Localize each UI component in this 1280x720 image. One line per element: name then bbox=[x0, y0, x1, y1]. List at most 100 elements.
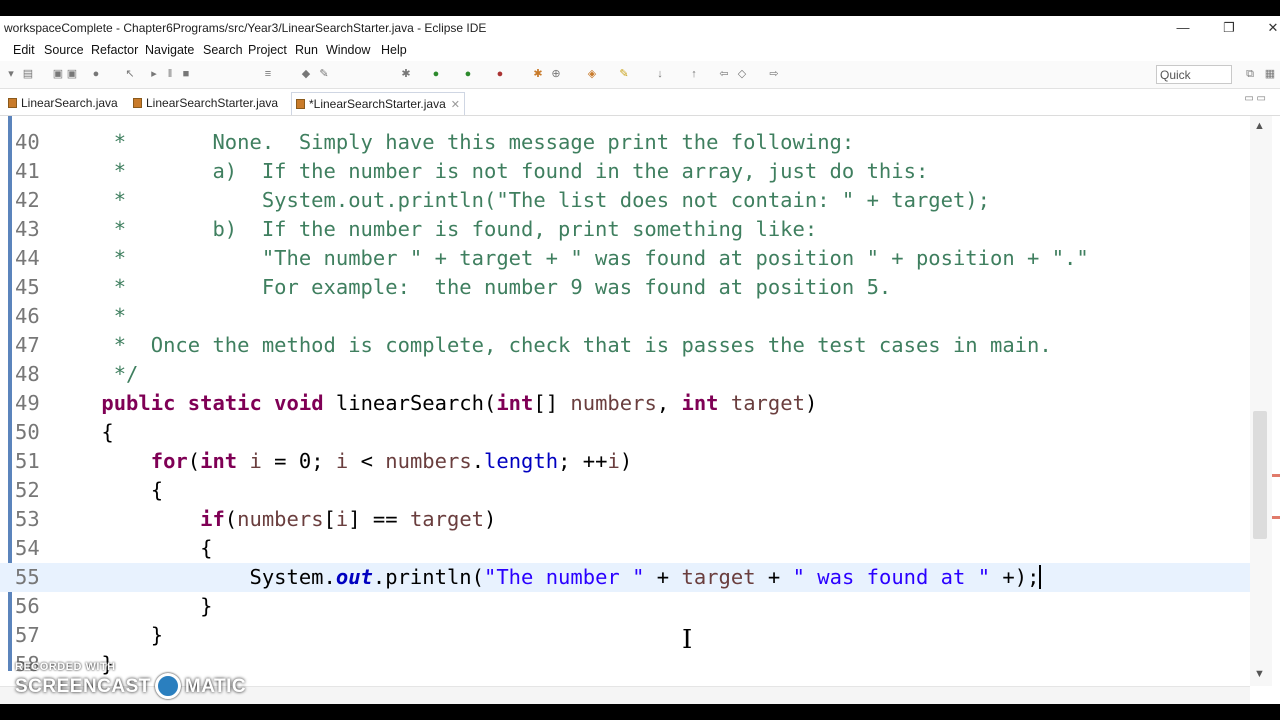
menu-run[interactable]: Run bbox=[295, 43, 318, 57]
code-token: . bbox=[471, 449, 485, 473]
minimize-maximize-icon[interactable]: ▭ ▭ bbox=[1244, 93, 1266, 104]
code-text[interactable]: * a) If the number is not found in the a… bbox=[52, 157, 929, 186]
close-button[interactable]: ✕ bbox=[1258, 18, 1280, 38]
menu-project[interactable]: Project bbox=[248, 43, 287, 57]
java-perspective-icon[interactable]: ▦ bbox=[1264, 68, 1276, 80]
scroll-down-icon[interactable]: ▼ bbox=[1254, 668, 1265, 680]
open-type-icon[interactable]: ◈ bbox=[586, 68, 598, 80]
tab-linearsearch[interactable]: LinearSearch.java bbox=[8, 92, 118, 114]
code-line[interactable]: 46 * bbox=[0, 302, 1250, 331]
search-icon[interactable]: ✎ bbox=[618, 68, 630, 80]
skip-breakpoints-icon[interactable]: ↖ bbox=[124, 68, 136, 80]
new-icon[interactable]: ▾ bbox=[5, 68, 17, 80]
code-text[interactable]: * None. Simply have this message print t… bbox=[52, 128, 855, 157]
line-number: 57 bbox=[15, 623, 40, 647]
suspend-icon[interactable]: ‖ bbox=[164, 68, 176, 80]
code-text[interactable]: { bbox=[52, 418, 113, 447]
code-line[interactable]: 54 { bbox=[0, 534, 1250, 563]
code-text[interactable]: for(int i = 0; i < numbers.length; ++i) bbox=[52, 447, 632, 476]
task-icon[interactable]: ≡ bbox=[262, 68, 274, 80]
menu-help[interactable]: Help bbox=[381, 43, 407, 57]
line-number: 47 bbox=[15, 333, 40, 357]
code-text[interactable]: */ bbox=[52, 360, 139, 389]
code-text[interactable]: { bbox=[52, 476, 163, 505]
code-text[interactable]: } bbox=[52, 592, 212, 621]
code-line[interactable]: 45 * For example: the number 9 was found… bbox=[0, 273, 1250, 302]
mark-icon[interactable]: ◆ bbox=[300, 68, 312, 80]
java-file-icon bbox=[133, 98, 142, 108]
code-line[interactable]: 50 { bbox=[0, 418, 1250, 447]
save-all-icon[interactable]: ▣ bbox=[66, 68, 78, 80]
code-line[interactable]: 41 * a) If the number is not found in th… bbox=[0, 157, 1250, 186]
prev-annotation-icon[interactable]: ↑ bbox=[688, 68, 700, 80]
code-line[interactable]: 40 * None. Simply have this message prin… bbox=[0, 128, 1250, 157]
code-text[interactable]: } bbox=[52, 621, 163, 650]
next-annotation-icon[interactable]: ↓ bbox=[654, 68, 666, 80]
code-token: { bbox=[52, 536, 213, 560]
code-text[interactable]: { bbox=[52, 534, 212, 563]
line-number: 43 bbox=[15, 217, 40, 241]
warning-marker[interactable] bbox=[1272, 474, 1280, 477]
terminate-icon[interactable]: ■ bbox=[180, 68, 192, 80]
code-line[interactable]: 56 } bbox=[0, 592, 1250, 621]
code-line[interactable]: 43 * b) If the number is found, print so… bbox=[0, 215, 1250, 244]
code-line[interactable]: 42 * System.out.println("The list does n… bbox=[0, 186, 1250, 215]
code-text[interactable]: * "The number " + target + " was found a… bbox=[52, 244, 1089, 273]
menu-window[interactable]: Window bbox=[326, 43, 370, 57]
open-perspective-icon[interactable]: ⧉ bbox=[1244, 68, 1256, 80]
save-icon[interactable]: ▣ bbox=[52, 68, 64, 80]
restore-button[interactable]: ❐ bbox=[1214, 18, 1244, 38]
code-line[interactable]: 51 for(int i = 0; i < numbers.length; ++… bbox=[0, 447, 1250, 476]
forward-icon[interactable]: ⇨ bbox=[768, 68, 780, 80]
new-java-project-icon[interactable]: ✱ bbox=[532, 68, 544, 80]
back-icon[interactable]: ⇦ bbox=[718, 68, 730, 80]
new-package-icon[interactable]: ⊕ bbox=[550, 68, 562, 80]
tab-linearsearchstarter[interactable]: LinearSearchStarter.java bbox=[133, 92, 278, 114]
code-line[interactable]: 49 public static void linearSearch(int[]… bbox=[0, 389, 1250, 418]
code-line[interactable]: 57 } bbox=[0, 621, 1250, 650]
scroll-up-icon[interactable]: ▲ bbox=[1254, 120, 1265, 132]
close-tab-icon[interactable]: ✕ bbox=[451, 99, 460, 111]
code-text[interactable]: System.out.println("The number " + targe… bbox=[52, 563, 1042, 592]
open-icon[interactable]: ▤ bbox=[22, 68, 34, 80]
vertical-scrollbar[interactable]: ▲ ▼ bbox=[1250, 116, 1272, 686]
menu-edit[interactable]: Edit bbox=[13, 43, 35, 57]
resume-icon[interactable]: ▸ bbox=[148, 68, 160, 80]
code-token: ) bbox=[804, 391, 818, 415]
minimize-button[interactable]: — bbox=[1168, 18, 1198, 38]
code-line[interactable]: 48 */ bbox=[0, 360, 1250, 389]
scrollbar-thumb[interactable] bbox=[1253, 411, 1267, 539]
quick-access-input[interactable]: Quick Access bbox=[1156, 65, 1232, 101]
error-marker[interactable] bbox=[1272, 516, 1280, 519]
code-text[interactable]: * bbox=[52, 302, 126, 331]
code-line[interactable]: 53 if(numbers[i] == target) bbox=[0, 505, 1250, 534]
code-token: int bbox=[496, 391, 534, 415]
menu-source[interactable]: Source bbox=[44, 43, 84, 57]
tab-linearsearchstarter-dirty[interactable]: *LinearSearchStarter.java ✕ bbox=[291, 92, 465, 115]
code-line[interactable]: 55 System.out.println("The number " + ta… bbox=[0, 563, 1250, 592]
coverage-icon[interactable]: ● bbox=[462, 68, 474, 80]
run-icon[interactable]: ● bbox=[430, 68, 442, 80]
code-text[interactable]: * b) If the number is found, print somet… bbox=[52, 215, 818, 244]
highlight-icon[interactable]: ✎ bbox=[318, 68, 330, 80]
menu-search[interactable]: Search bbox=[203, 43, 243, 57]
last-edit-icon[interactable]: ◇ bbox=[736, 68, 748, 80]
window-title: workspaceComplete - Chapter6Programs/src… bbox=[4, 21, 487, 35]
external-tools-icon[interactable]: ● bbox=[494, 68, 506, 80]
code-text[interactable]: if(numbers[i] == target) bbox=[52, 505, 496, 534]
code-text[interactable]: * Once the method is complete, check tha… bbox=[52, 331, 1052, 360]
code-line[interactable]: 52 { bbox=[0, 476, 1250, 505]
code-text[interactable]: * For example: the number 9 was found at… bbox=[52, 273, 892, 302]
menu-navigate[interactable]: Navigate bbox=[145, 43, 194, 57]
code-line[interactable]: 47 * Once the method is complete, check … bbox=[0, 331, 1250, 360]
debug-icon[interactable]: ● bbox=[90, 68, 102, 80]
code-line[interactable]: 44 * "The number " + target + " was foun… bbox=[0, 244, 1250, 273]
code-token: System. bbox=[52, 565, 336, 589]
menu-refactor[interactable]: Refactor bbox=[91, 43, 138, 57]
code-token: { bbox=[52, 478, 164, 502]
settings-icon[interactable]: ✱ bbox=[400, 68, 412, 80]
code-editor[interactable]: 40 * None. Simply have this message prin… bbox=[0, 116, 1280, 686]
code-text[interactable]: * System.out.println("The list does not … bbox=[52, 186, 990, 215]
code-text[interactable]: public static void linearSearch(int[] nu… bbox=[52, 389, 817, 418]
